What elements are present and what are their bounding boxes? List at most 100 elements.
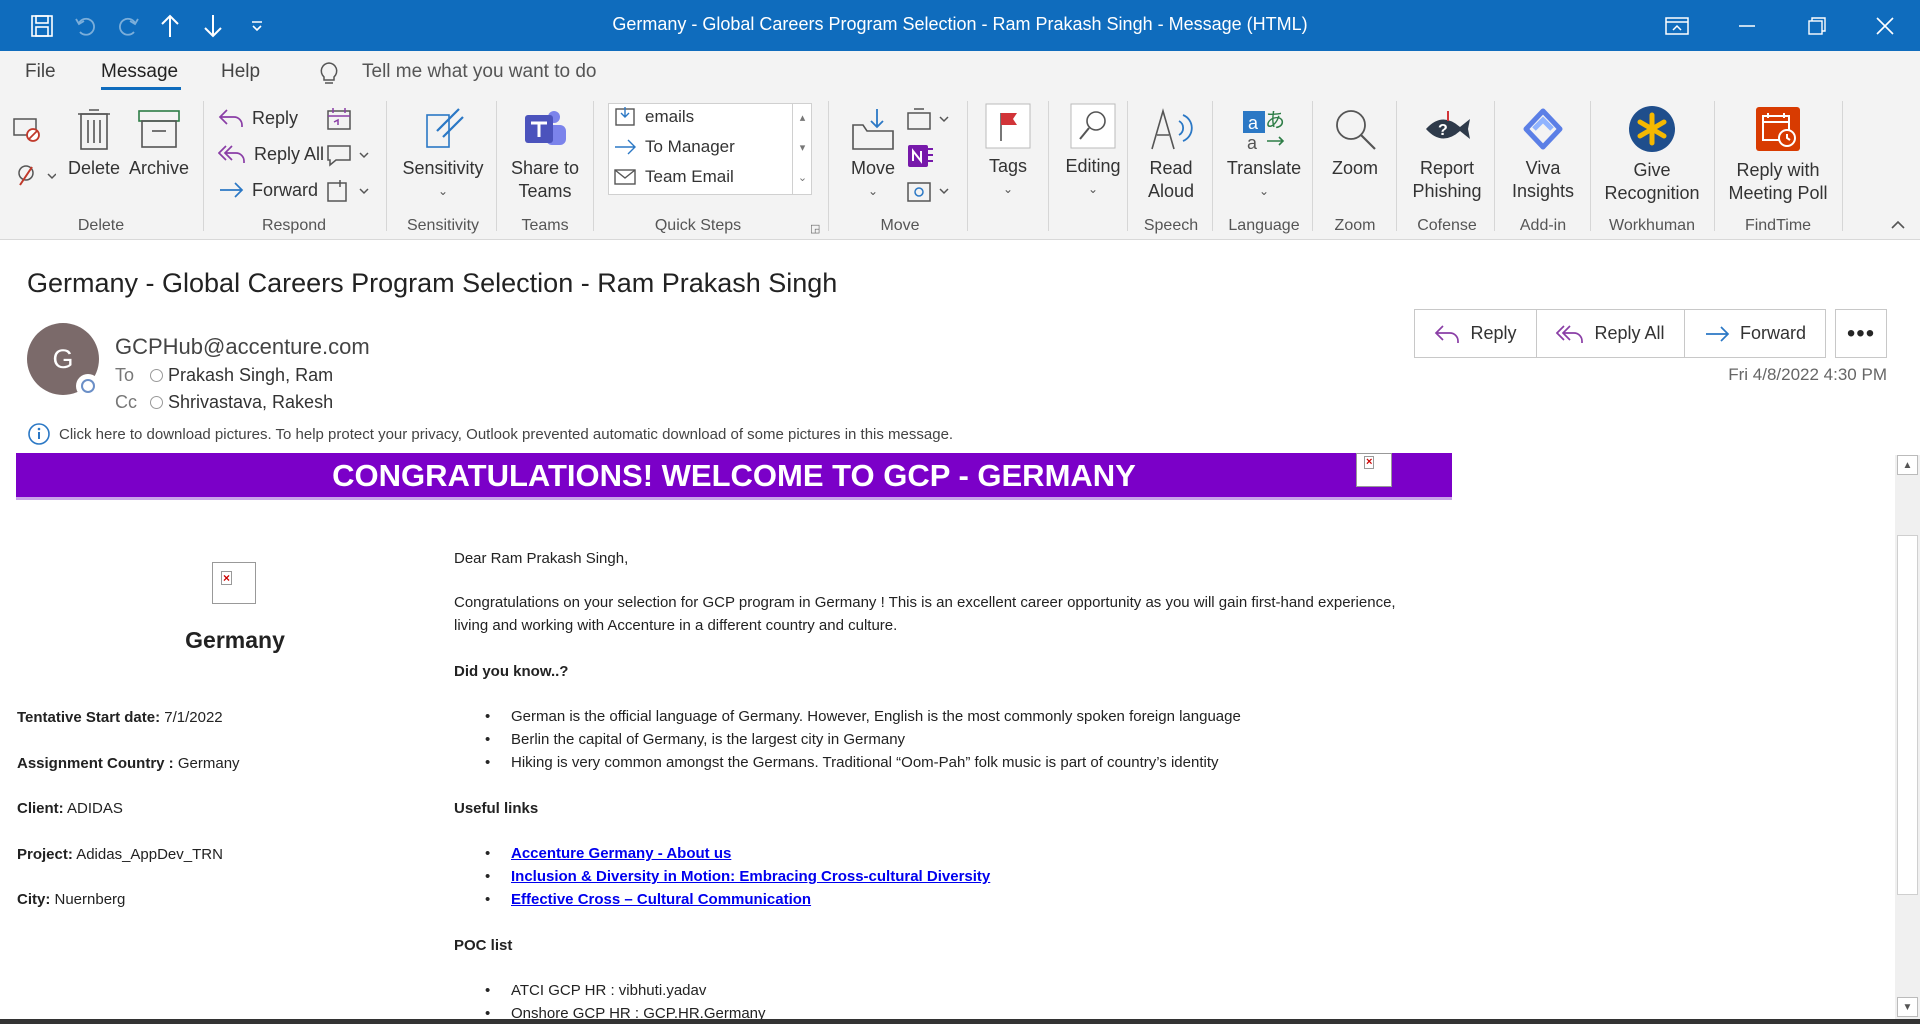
quick-steps-scroll[interactable]: ▴ ▾ ⌄	[792, 103, 812, 195]
broken-image-icon[interactable]: ×	[1356, 453, 1392, 487]
read-aloud-button[interactable]: Read Aloud	[1138, 107, 1204, 203]
cc-recipient[interactable]: Shrivastava, Rakesh	[150, 392, 333, 413]
welcome-banner: CONGRATULATIONS! WELCOME TO GCP - GERMAN…	[16, 453, 1452, 500]
more-actions-button[interactable]: •••	[1835, 309, 1887, 358]
ribbon-reply-all-label: Reply All	[254, 143, 325, 164]
ribbon-reply-button[interactable]: Reply	[218, 107, 298, 129]
sensitivity-label: Sensitivity	[402, 158, 484, 178]
quick-step-icon	[615, 107, 635, 126]
quick-steps-gallery: emails To Manager Team Email	[608, 103, 812, 195]
im-reply-icon[interactable]	[326, 143, 370, 172]
avatar-initial: G	[52, 343, 74, 374]
chevron-down-icon: ⌄	[1087, 182, 1099, 196]
to-label: To	[115, 365, 135, 385]
report-phishing-label-2: Phishing	[1412, 181, 1482, 201]
ribbon-reply-all-button[interactable]: Reply All	[218, 143, 324, 165]
link-accenture-germany[interactable]: Accenture Germany - About us	[511, 845, 731, 862]
link-inclusion-diversity[interactable]: Inclusion & Diversity in Motion: Embraci…	[511, 868, 990, 885]
menu-bar: File Message Help Tell me what you want …	[0, 51, 1920, 97]
viva-label-2: Insights	[1511, 181, 1575, 201]
delete-button[interactable]: Delete	[68, 107, 120, 180]
message-scrollbar[interactable]: ▲ ▼	[1895, 455, 1920, 1024]
dialog-launcher-icon[interactable]: ◲	[810, 222, 820, 235]
reply-label: Reply	[1470, 323, 1517, 343]
bullet: •	[485, 754, 491, 771]
chevron-down-icon: ⌄	[437, 184, 449, 198]
actions-icon[interactable]	[906, 179, 950, 208]
viva-label-1: Viva	[1525, 158, 1561, 178]
scroll-thumb[interactable]	[1897, 535, 1918, 895]
group-cofense: Cofense	[1417, 217, 1477, 234]
close-icon[interactable]	[1850, 0, 1920, 51]
chevron-down-icon: ⌄	[1258, 184, 1270, 198]
info-bar[interactable]: Click here to download pictures. To help…	[27, 422, 953, 446]
viva-insights-button[interactable]: Viva Insights	[1502, 107, 1584, 203]
archive-button[interactable]: Archive	[127, 107, 191, 180]
divider	[828, 101, 829, 231]
detail-assignment-country: Assignment Country : Germany	[17, 755, 240, 772]
broken-image-icon[interactable]: ×	[212, 562, 256, 604]
zoom-button[interactable]: Zoom	[1322, 107, 1388, 180]
reply-all-button[interactable]: Reply All	[1537, 310, 1685, 357]
meeting-poll-label-1: Reply with	[1736, 160, 1820, 180]
give-recognition-button[interactable]: Give Recognition	[1596, 105, 1708, 205]
tags-button[interactable]: Tags ⌄	[980, 103, 1036, 201]
translate-button[interactable]: aあa Translate ⌄	[1220, 107, 1308, 203]
sensitivity-button[interactable]: Sensitivity ⌄	[398, 107, 488, 203]
divider	[1312, 101, 1313, 231]
tab-help[interactable]: Help	[221, 61, 260, 83]
link-cross-cultural[interactable]: Effective Cross – Cultural Communication	[511, 891, 811, 908]
sender-email[interactable]: GCPHub@accenture.com	[115, 334, 370, 360]
presence-circle-icon	[150, 369, 163, 382]
cleanup-icon[interactable]	[14, 163, 57, 194]
quick-step-to-manager[interactable]: To Manager	[613, 136, 735, 158]
minimize-icon[interactable]	[1712, 0, 1782, 51]
forward-button[interactable]: Forward	[1685, 310, 1825, 357]
meeting-icon[interactable]	[326, 107, 354, 136]
onenote-icon[interactable]	[906, 143, 934, 174]
to-recipient-name: Prakash Singh, Ram	[168, 365, 334, 385]
give-label-2: Recognition	[1604, 183, 1700, 203]
fact-item: Hiking is very common amongst the German…	[511, 754, 1219, 771]
ribbon-forward-button[interactable]: Forward	[218, 179, 318, 201]
intro-line-1: Congratulations on your selection for GC…	[454, 594, 1396, 611]
poc-list-heading: POC list	[454, 937, 513, 954]
collapse-ribbon-icon[interactable]	[1890, 217, 1906, 235]
ribbon-reply-label: Reply	[252, 107, 299, 128]
group-speech: Speech	[1143, 217, 1199, 234]
restore-icon[interactable]	[1782, 0, 1852, 51]
quick-step-team-email[interactable]: Team Email	[613, 166, 734, 188]
tab-message[interactable]: Message	[101, 61, 178, 83]
editing-button[interactable]: Editing ⌄	[1060, 103, 1126, 201]
report-phishing-button[interactable]: ? Report Phishing	[1404, 107, 1490, 203]
svg-text:?: ?	[1438, 122, 1448, 139]
share-teams-label-2: Teams	[518, 181, 572, 201]
scroll-down-icon[interactable]: ▼	[1897, 997, 1918, 1017]
ribbon-display-icon[interactable]	[1642, 0, 1712, 51]
rules-icon[interactable]	[906, 107, 950, 136]
bottom-edge	[0, 1019, 1920, 1024]
share-to-teams-button[interactable]: Share to Teams	[505, 107, 585, 203]
bullet: •	[485, 891, 491, 908]
forward-icon	[1705, 325, 1730, 342]
quick-step-emails[interactable]: emails	[613, 106, 694, 128]
fact-item: Berlin the capital of Germany, is the la…	[511, 731, 906, 748]
window-title: Germany - Global Careers Program Selecti…	[612, 14, 1308, 34]
more-respond-icon[interactable]	[326, 179, 370, 208]
forward-label: Forward	[1739, 323, 1806, 343]
reply-button[interactable]: Reply	[1415, 310, 1537, 357]
tab-file[interactable]: File	[25, 61, 56, 83]
scroll-up-icon[interactable]: ▲	[1897, 455, 1918, 475]
meeting-poll-button[interactable]: Reply with Meeting Poll	[1720, 105, 1836, 205]
ignore-icon[interactable]	[12, 117, 42, 148]
tell-me-search[interactable]: Tell me what you want to do	[362, 61, 596, 83]
editing-label: Editing	[1065, 156, 1121, 176]
meeting-poll-label-2: Meeting Poll	[1728, 183, 1828, 203]
divider	[1212, 101, 1213, 231]
fact-item: German is the official language of Germa…	[511, 708, 1241, 725]
divider	[1590, 101, 1591, 231]
move-button[interactable]: Move ⌄	[846, 107, 900, 203]
ribbon-forward-label: Forward	[252, 179, 319, 200]
to-recipient[interactable]: Prakash Singh, Ram	[150, 365, 333, 386]
group-teams: Teams	[521, 217, 569, 234]
